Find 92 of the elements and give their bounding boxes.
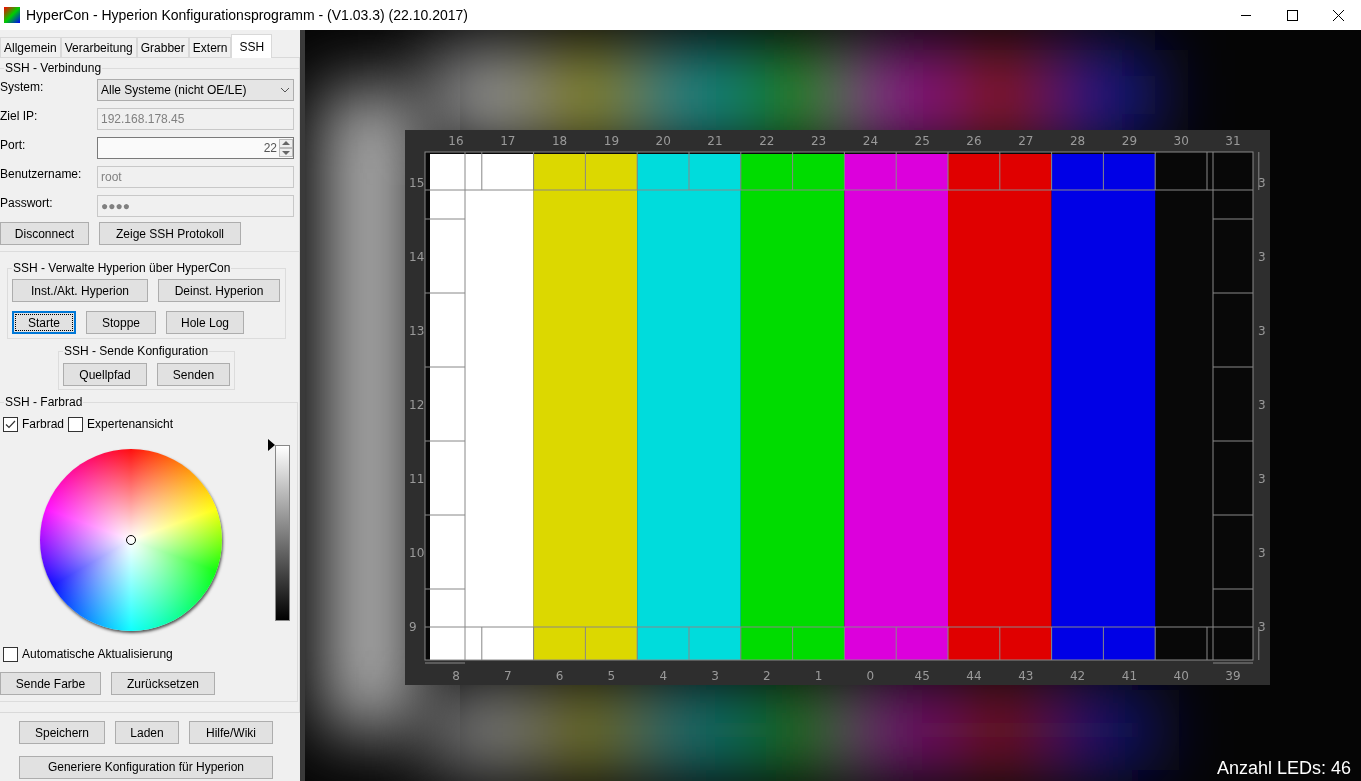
led-index: 12 [409, 398, 425, 412]
field-label: Benutzername: [0, 165, 82, 183]
led-index: 3 [1258, 472, 1266, 486]
field-label: Port: [0, 136, 26, 154]
led-index: 9 [409, 620, 417, 634]
minimize-icon [1241, 14, 1251, 16]
button[interactable]: Starte [12, 311, 76, 334]
led-count: Anzahl LEDs: 46 [1216, 758, 1351, 778]
checkbox[interactable] [3, 646, 18, 662]
maximize-icon [1286, 9, 1298, 21]
led-index: 7 [504, 669, 512, 683]
led-index: 22 [759, 134, 775, 148]
window-title: HyperCon - Hyperion Konfigurationsprogramm - (V1.03.3) (22.10.2017) [26, 5, 468, 25]
led-index: 16 [448, 134, 464, 148]
field-label: Passwort: [0, 194, 53, 212]
checkbox-label: Automatische Aktualisierung [22, 646, 173, 663]
button[interactable]: Hole Log [166, 311, 244, 334]
app-icon [4, 7, 20, 23]
port-spinbox[interactable]: 22 [97, 136, 294, 159]
led-index: 41 [1121, 669, 1138, 683]
group-title: SSH - Sende Konfiguration [63, 343, 210, 359]
led-index: 15 [409, 176, 425, 190]
led-index: 44 [966, 669, 982, 683]
led-index: 4 [659, 669, 667, 683]
checkbox-label: Expertenansicht [87, 416, 174, 433]
button[interactable]: Zurücksetzen [111, 672, 215, 695]
led-index: 3 [1258, 398, 1266, 412]
button[interactable]: Speichern [19, 721, 105, 744]
led-index: 25 [914, 134, 930, 148]
group-title: SSH - Verwalte Hyperion über HyperCon [12, 260, 232, 276]
tab[interactable]: Extern [188, 37, 232, 57]
checkmark-icon [5, 419, 16, 429]
close-icon [1332, 9, 1344, 21]
led-index: 27 [1018, 134, 1034, 148]
button[interactable]: Laden [115, 721, 179, 744]
led-index: 18 [551, 134, 568, 148]
button[interactable]: Deinst. Hyperion [158, 279, 280, 302]
led-index: 17 [500, 134, 516, 148]
button[interactable]: Sende Farbe [0, 672, 101, 695]
system-dropdown[interactable]: Alle Systeme (nicht OE/LE) [97, 78, 294, 101]
group-title: SSH - Verbindung [4, 60, 103, 76]
led-index: 39 [1225, 669, 1241, 683]
tab[interactable]: Grabber [136, 37, 189, 57]
led-index: 20 [655, 134, 671, 148]
led-index: 3 [1258, 250, 1266, 264]
checkbox-label: Farbrad [22, 416, 65, 433]
led-index: 8 [452, 669, 460, 683]
led-index: 3 [1258, 176, 1266, 190]
field-label: System: [0, 78, 44, 96]
led-index: 5 [607, 669, 616, 683]
button[interactable]: Stoppe [86, 311, 156, 334]
led-index: 13 [409, 324, 425, 338]
led-index: 40 [1173, 669, 1189, 683]
led-index: 10 [409, 546, 425, 560]
led-index: 3 [711, 669, 719, 683]
field-label: Ziel IP: [0, 107, 38, 125]
led-index: 30 [1173, 134, 1189, 148]
led-index: 31 [1225, 134, 1241, 148]
checkbox[interactable] [68, 416, 84, 432]
button[interactable]: Quellpfad [63, 363, 147, 386]
led-index: 2 [763, 669, 771, 683]
led-index: 3 [1258, 324, 1266, 338]
led-index: 43 [1018, 669, 1034, 683]
spin-arrows-icon[interactable] [279, 138, 293, 157]
button[interactable]: Inst./Akt. Hyperion [12, 279, 148, 302]
tab[interactable]: Allgemein [0, 37, 61, 57]
led-index: 3 [1258, 546, 1266, 560]
led-index: 6 [555, 669, 564, 683]
button[interactable]: Disconnect [0, 222, 89, 245]
led-index: 14 [409, 250, 425, 264]
button[interactable]: Zeige SSH Protokoll [99, 222, 241, 245]
led-index: 29 [1121, 134, 1138, 148]
led-index: 1 [814, 669, 823, 683]
tab[interactable]: SSH [231, 34, 273, 58]
led-index: 42 [1069, 669, 1086, 683]
led-index: 19 [603, 134, 620, 148]
led-index: 45 [914, 669, 930, 683]
led-index: 28 [1069, 134, 1086, 148]
led-index: 23 [810, 134, 827, 148]
checkbox[interactable] [3, 416, 18, 432]
button[interactable]: Senden [157, 363, 230, 386]
button[interactable]: Generiere Konfiguration für Hyperion [19, 755, 273, 779]
led-index: 11 [409, 472, 425, 486]
led-index: 26 [966, 134, 982, 148]
led-index: 21 [707, 134, 723, 148]
tab[interactable]: Verarbeitung [60, 37, 137, 57]
led-index: 0 [866, 669, 875, 683]
led-index: 24 [862, 134, 879, 148]
led-index: 3 [1258, 620, 1266, 634]
button[interactable]: Hilfe/Wiki [189, 721, 273, 744]
slider-pointer-icon[interactable] [268, 439, 275, 451]
chevron-down-icon [280, 86, 290, 93]
